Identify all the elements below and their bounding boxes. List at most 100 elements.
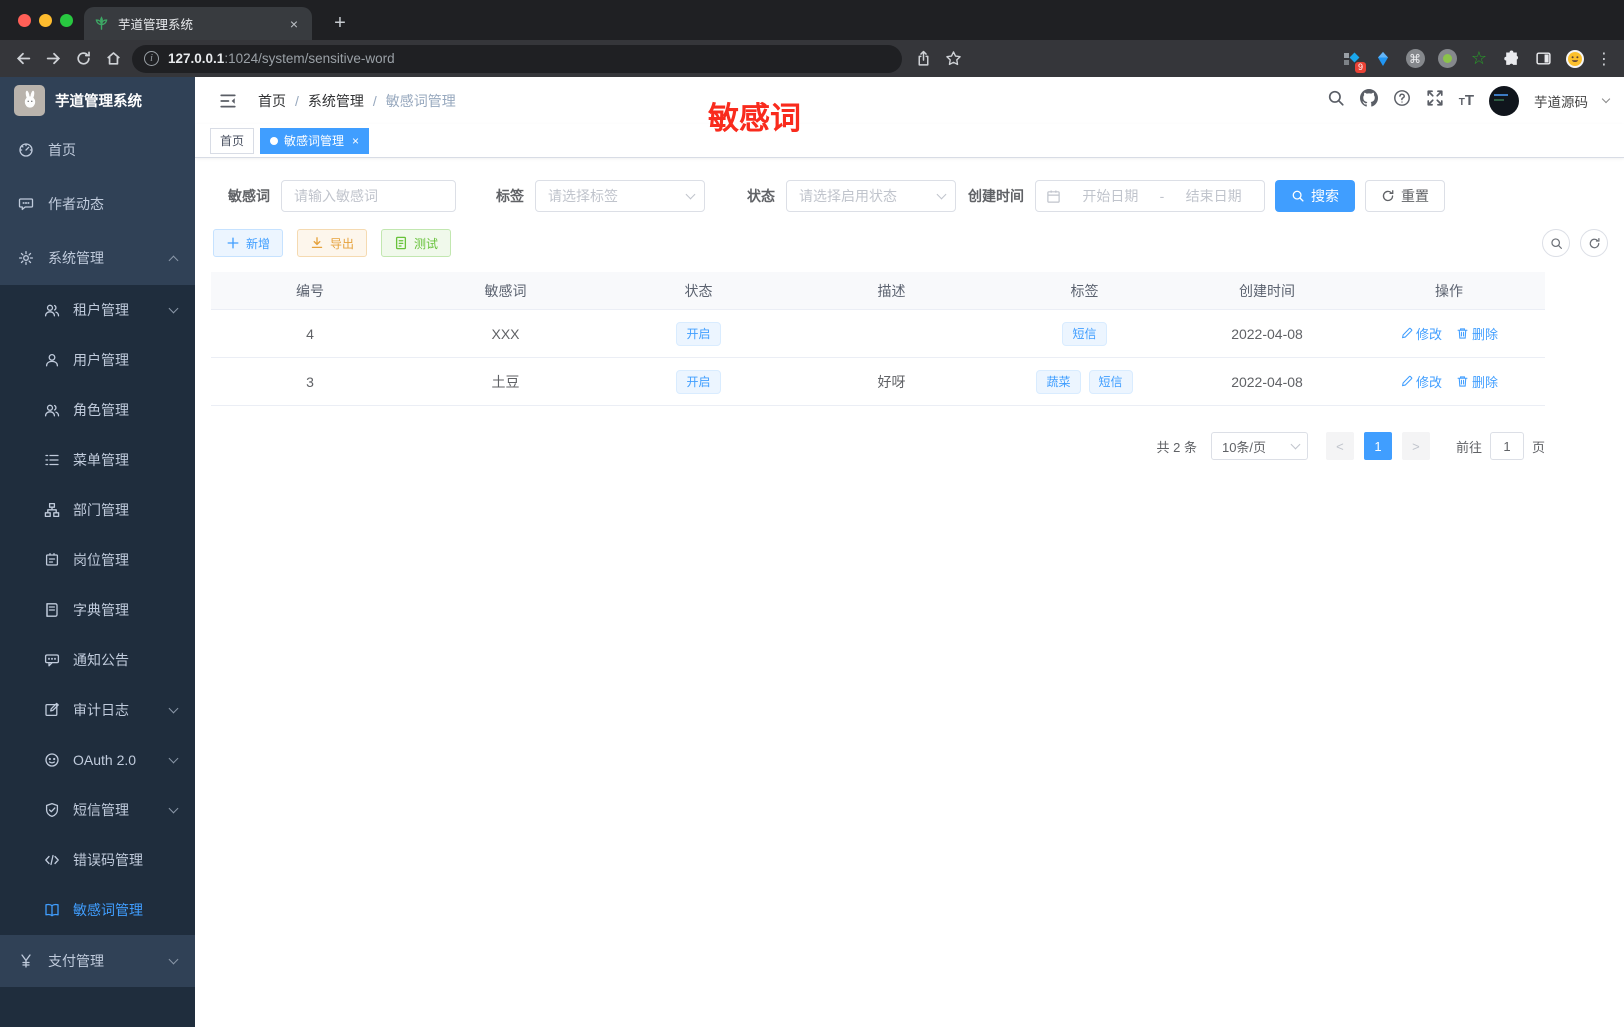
forward-icon[interactable] [38,44,68,74]
extensions-puzzle-icon[interactable] [1496,44,1526,74]
sidebar-item-system[interactable]: 系统管理 [0,231,195,285]
status-select[interactable]: 请选择启用状态 [786,180,956,212]
extension-record-icon[interactable] [1432,44,1462,74]
sidebar-item-audit-log[interactable]: 审计日志 [0,685,195,735]
extension-grid-icon[interactable]: 9 [1336,44,1366,74]
delete-link[interactable]: 删除 [1456,372,1498,391]
sidebar-item-notice[interactable]: 通知公告 [0,635,195,685]
sidebar-item-oauth[interactable]: OAuth 2.0 [0,735,195,785]
share-icon[interactable] [908,44,938,74]
tab-close-icon[interactable] [286,16,302,32]
goto-page-input[interactable] [1489,432,1524,460]
sidebar-item-author-news[interactable]: 作者动态 [0,177,195,231]
cell-tags: 短信 [988,321,1181,346]
refresh-table-icon[interactable] [1580,229,1608,257]
site-info-icon[interactable] [144,51,159,66]
url-path: :1024/system/sensitive-word [224,51,395,66]
sidebar-item-user[interactable]: 用户管理 [0,335,195,385]
app-logo[interactable]: 芋道管理系统 [0,77,195,123]
reload-icon[interactable] [68,44,98,74]
reset-button[interactable]: 重置 [1365,180,1445,212]
tag-close-icon[interactable] [352,134,359,148]
tag-select[interactable]: 请选择标签 [535,180,705,212]
edit-link[interactable]: 修改 [1400,372,1442,391]
pagination: 共 2 条 10条/页 1 前往 页 [211,432,1545,460]
user-avatar[interactable] [1489,85,1519,116]
sidebar-item-dept[interactable]: 部门管理 [0,485,195,535]
sidebar-item-sms[interactable]: 短信管理 [0,785,195,835]
table-header-row: 编号 敏感词 状态 描述 标签 创建时间 操作 [211,272,1545,310]
browser-menu-icon[interactable] [1592,49,1616,69]
next-page-button[interactable] [1401,432,1430,460]
cell-status: 开启 [602,369,795,394]
home-icon[interactable] [98,44,128,74]
sidebar-item-pay[interactable]: 支付管理 [0,935,195,987]
gear-icon [18,250,34,266]
post-icon [45,552,59,566]
fullscreen-icon[interactable] [1426,89,1444,112]
table-row: 4 XXX 开启 短信 2022-04-08 修改 删除 [211,310,1545,358]
user-name[interactable]: 芋道源码 [1534,91,1588,111]
address-bar[interactable]: 127.0.0.1:1024/system/sensitive-word [132,44,902,73]
sidebar-item-role[interactable]: 角色管理 [0,385,195,435]
cell-created: 2022-04-08 [1231,325,1303,342]
zoom-window-button[interactable] [60,14,73,27]
search-toggle-icon[interactable] [1542,229,1570,257]
minimize-window-button[interactable] [39,14,52,27]
extension-command-icon[interactable] [1400,44,1430,74]
extension-star-icon[interactable] [1464,44,1494,74]
page-size-select[interactable]: 10条/页 [1210,432,1308,460]
sidebar-item-error-code[interactable]: 错误码管理 [0,835,195,885]
tag-home[interactable]: 首页 [210,127,255,154]
header-search-icon[interactable] [1327,89,1345,112]
sidebar-item-label: 敏感词管理 [73,902,143,918]
keyword-input[interactable] [282,181,455,211]
sidebar-item-sensitive-word[interactable]: 敏感词管理 [0,885,195,935]
bookmark-star-icon[interactable] [938,44,968,74]
add-button[interactable]: 新增 [213,229,284,257]
chevron-down-icon [1290,439,1301,450]
sidebar-item-home[interactable]: 首页 [0,123,195,177]
sidebar-item-tenant[interactable]: 租户管理 [0,285,195,335]
close-window-button[interactable] [18,14,31,27]
sidebar-item-dict[interactable]: 字典管理 [0,585,195,635]
sidebar-item-label: 错误码管理 [73,852,143,868]
status-label: 状态 [747,188,775,204]
prev-page-button[interactable] [1325,432,1354,460]
delete-link[interactable]: 删除 [1456,324,1498,343]
breadcrumb-system[interactable]: 系统管理 [308,91,364,111]
test-button[interactable]: 测试 [381,229,452,257]
macos-traffic-lights [18,14,73,27]
browser-tab[interactable]: 芋道管理系统 [84,7,312,40]
tag-label: 标签 [496,188,524,204]
page-number-current[interactable]: 1 [1363,432,1392,460]
help-icon[interactable] [1393,89,1411,112]
profile-avatar-icon[interactable] [1560,44,1590,74]
extension-badge: 9 [1354,61,1366,73]
sidebar-item-label: 支付管理 [48,953,104,969]
menu-tree-icon [45,454,59,466]
github-icon[interactable] [1359,89,1378,112]
new-tab-button[interactable] [326,9,354,37]
pagination-goto: 前往 页 [1456,432,1545,460]
extension-kite-icon[interactable] [1368,44,1398,74]
watermark-text: 敏感词 [708,101,801,136]
browser-toolbar: 127.0.0.1:1024/system/sensitive-word 9 [0,40,1624,77]
back-icon[interactable] [8,44,38,74]
edit-link[interactable]: 修改 [1400,324,1442,343]
browser-tabstrip: 芋道管理系统 [0,0,1624,40]
sidebar-item-post[interactable]: 岗位管理 [0,535,195,585]
tag-sensitive-word[interactable]: 敏感词管理 [260,127,370,154]
keyword-input-wrap [281,180,456,212]
user-menu-caret-icon[interactable] [1601,94,1611,104]
error-code-icon [45,854,59,866]
date-range-picker[interactable]: 开始日期 - 结束日期 [1035,180,1265,212]
breadcrumb-home[interactable]: 首页 [258,91,286,111]
font-size-icon[interactable]: TT [1459,92,1474,109]
sidebar-collapse-icon[interactable] [210,83,246,119]
side-panel-icon[interactable] [1528,44,1558,74]
export-button[interactable]: 导出 [297,229,368,257]
sidebar-item-label: 作者动态 [48,196,104,212]
search-button[interactable]: 搜索 [1275,180,1355,212]
sidebar-item-menu[interactable]: 菜单管理 [0,435,195,485]
